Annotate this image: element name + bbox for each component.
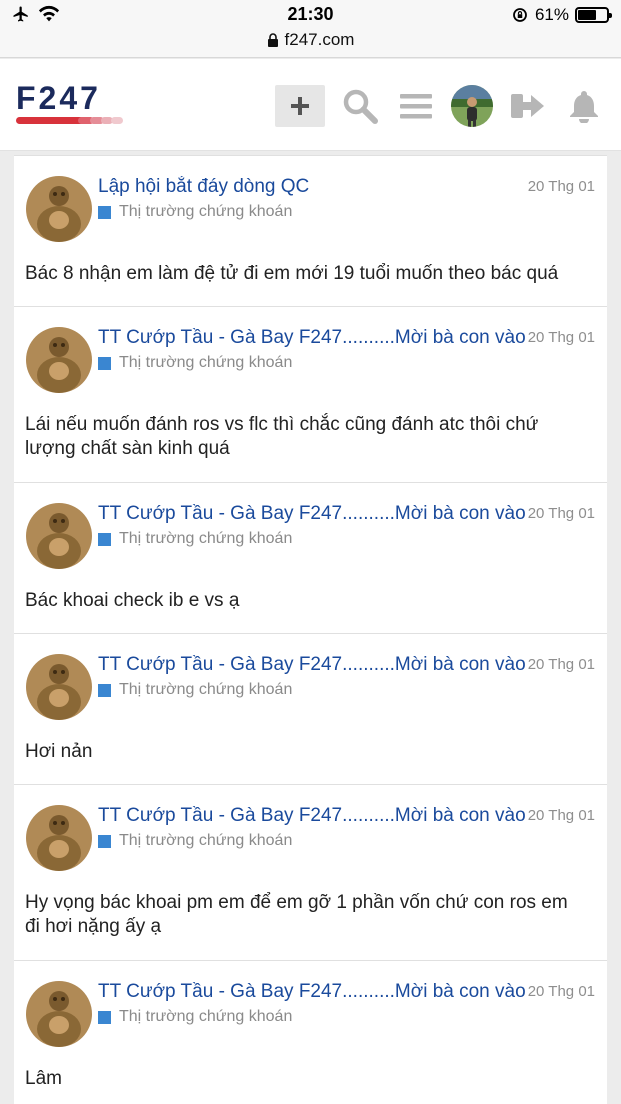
category-label: Thị trường chứng khoán bbox=[119, 1008, 293, 1025]
post-date: 20 Thg 01 bbox=[527, 983, 595, 1000]
excerpt-line: lượng chất sàn kinh quá bbox=[25, 438, 230, 459]
category-color-square bbox=[98, 834, 111, 848]
post-category[interactable]: Thị trường chứng khoán bbox=[98, 530, 292, 548]
notifications-button[interactable] bbox=[559, 85, 609, 127]
battery-percent: 61% bbox=[534, 5, 569, 24]
post-item[interactable]: TT Cướp Tầu - Gà Bay F247..........Mời b… bbox=[14, 960, 607, 1104]
excerpt-line: Bác 8 nhận em làm đệ tử đi em mới 19 tuổ… bbox=[25, 263, 559, 284]
lock-icon bbox=[267, 33, 278, 47]
plus-icon bbox=[291, 97, 309, 115]
menu-icon bbox=[400, 94, 432, 119]
user-menu-button[interactable] bbox=[447, 85, 497, 127]
author-avatar[interactable] bbox=[26, 503, 92, 569]
svg-text:F247: F247 bbox=[16, 83, 101, 116]
excerpt-line: Lâm bbox=[25, 1068, 62, 1089]
category-label: Thị trường chứng khoán bbox=[119, 203, 293, 220]
search-button[interactable] bbox=[335, 85, 385, 127]
post-date: 20 Thg 01 bbox=[527, 329, 595, 346]
post-excerpt: Bác khoai check ib e vs ạ bbox=[25, 589, 595, 613]
rotation-lock-icon bbox=[513, 8, 527, 22]
avatar bbox=[451, 85, 493, 127]
url-text: f247.com bbox=[284, 30, 355, 49]
site-header: F247 bbox=[0, 59, 621, 151]
post-title[interactable]: TT Cướp Tầu - Gà Bay F247..........Mời b… bbox=[98, 805, 528, 827]
excerpt-line: Hy vọng bác khoai pm em để em gỡ 1 phần … bbox=[25, 892, 568, 913]
category-color-square bbox=[98, 683, 111, 697]
post-title[interactable]: TT Cướp Tầu - Gà Bay F247..........Mời b… bbox=[98, 327, 528, 349]
author-avatar[interactable] bbox=[26, 654, 92, 720]
post-category[interactable]: Thị trường chứng khoán bbox=[98, 1008, 292, 1026]
post-excerpt: Hơi nản bbox=[25, 740, 595, 764]
category-label: Thị trường chứng khoán bbox=[119, 530, 293, 547]
post-feed: Lập hội bắt đáy dòng QC 20 Thg 01 Thị tr… bbox=[14, 155, 607, 1104]
post-date: 20 Thg 01 bbox=[527, 505, 595, 522]
post-excerpt: Bác 8 nhận em làm đệ tử đi em mới 19 tuổ… bbox=[25, 262, 595, 286]
logout-button[interactable] bbox=[503, 85, 553, 127]
excerpt-line: đi hơi nặng ấy ạ bbox=[25, 916, 162, 937]
category-label: Thị trường chứng khoán bbox=[119, 354, 293, 371]
category-color-square bbox=[98, 1010, 111, 1024]
category-label: Thị trường chứng khoán bbox=[119, 681, 293, 698]
logout-icon bbox=[511, 94, 544, 118]
post-category[interactable]: Thị trường chứng khoán bbox=[98, 832, 292, 850]
post-item[interactable]: TT Cướp Tầu - Gà Bay F247..........Mời b… bbox=[14, 633, 607, 784]
post-excerpt: Hy vọng bác khoai pm em để em gỡ 1 phần … bbox=[25, 891, 595, 939]
post-excerpt: Lái nếu muốn đánh ros vs flc thì chắc cũ… bbox=[25, 413, 595, 461]
f247-logo[interactable]: F247 bbox=[16, 83, 166, 127]
post-excerpt: Lâm bbox=[25, 1067, 595, 1091]
excerpt-line: Hơi nản bbox=[25, 741, 93, 762]
post-item[interactable]: Lập hội bắt đáy dòng QC 20 Thg 01 Thị tr… bbox=[14, 155, 607, 306]
post-title[interactable]: TT Cướp Tầu - Gà Bay F247..........Mời b… bbox=[98, 503, 528, 525]
author-avatar[interactable] bbox=[26, 327, 92, 393]
post-category[interactable]: Thị trường chứng khoán bbox=[98, 681, 292, 699]
post-item[interactable]: TT Cướp Tầu - Gà Bay F247..........Mời b… bbox=[14, 306, 607, 482]
battery-icon bbox=[575, 7, 612, 23]
post-item[interactable]: TT Cướp Tầu - Gà Bay F247..........Mời b… bbox=[14, 482, 607, 633]
post-date: 20 Thg 01 bbox=[527, 807, 595, 824]
author-avatar[interactable] bbox=[26, 981, 92, 1047]
status-right: 61% bbox=[511, 5, 612, 25]
post-title[interactable]: TT Cướp Tầu - Gà Bay F247..........Mời b… bbox=[98, 654, 528, 676]
category-label: Thị trường chứng khoán bbox=[119, 832, 293, 849]
post-category[interactable]: Thị trường chứng khoán bbox=[98, 203, 292, 221]
author-avatar[interactable] bbox=[26, 805, 92, 871]
post-category[interactable]: Thị trường chứng khoán bbox=[98, 354, 292, 372]
status-bar: 21:30 61% f247.com bbox=[0, 0, 621, 58]
category-color-square bbox=[98, 205, 111, 219]
excerpt-line: Lái nếu muốn đánh ros vs flc thì chắc cũ… bbox=[25, 414, 539, 435]
post-title[interactable]: Lập hội bắt đáy dòng QC bbox=[98, 176, 528, 198]
post-title[interactable]: TT Cướp Tầu - Gà Bay F247..........Mời b… bbox=[98, 981, 528, 1003]
category-color-square bbox=[98, 356, 111, 370]
search-icon bbox=[343, 89, 378, 124]
address-bar[interactable]: f247.com bbox=[0, 30, 621, 50]
category-color-square bbox=[98, 532, 111, 546]
excerpt-line: Bác khoai check ib e vs ạ bbox=[25, 590, 240, 611]
author-avatar[interactable] bbox=[26, 176, 92, 242]
post-date: 20 Thg 01 bbox=[527, 656, 595, 673]
post-date: 20 Thg 01 bbox=[527, 178, 595, 195]
new-topic-button[interactable] bbox=[275, 85, 325, 127]
bell-icon bbox=[570, 91, 598, 123]
post-item[interactable]: TT Cướp Tầu - Gà Bay F247..........Mời b… bbox=[14, 784, 607, 960]
menu-button[interactable] bbox=[391, 85, 441, 127]
